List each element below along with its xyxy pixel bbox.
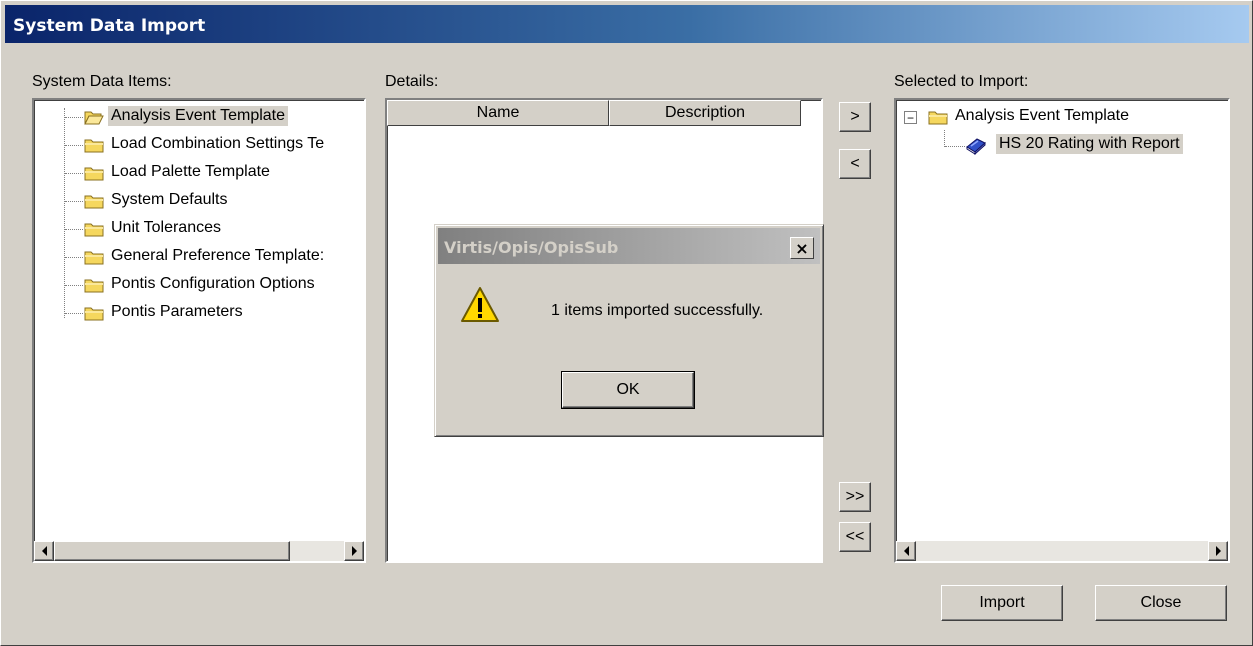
selected-to-import-label: Selected to Import: — [894, 73, 1029, 90]
tree-connector-line — [65, 313, 83, 314]
folder-icon — [84, 277, 104, 293]
tree-connector-line — [65, 229, 83, 230]
right-horizontal-scrollbar[interactable] — [896, 541, 1228, 561]
close-button[interactable]: Close — [1095, 585, 1227, 621]
folder-icon — [84, 305, 104, 321]
column-header-name[interactable]: Name — [387, 100, 609, 126]
tree-item-load-palette-template[interactable]: Load Palette Template — [108, 162, 273, 182]
tree-connector-line — [65, 285, 83, 286]
tree-item-system-defaults[interactable]: System Defaults — [108, 190, 230, 210]
system-data-items-label: System Data Items: — [32, 73, 172, 90]
scroll-left-button[interactable] — [34, 541, 54, 561]
details-label: Details: — [385, 73, 439, 90]
collapse-toggle[interactable]: − — [904, 111, 917, 124]
tree-connector-line — [944, 130, 945, 147]
add-selected-button[interactable]: > — [839, 102, 871, 132]
tree-item-load-combination-settings-te[interactable]: Load Combination Settings Te — [108, 134, 327, 154]
right-arrow-icon — [1215, 546, 1221, 556]
warning-icon — [460, 285, 500, 325]
system-data-items-tree[interactable]: Analysis Event Template Load Combination … — [32, 98, 366, 563]
folder-icon — [928, 109, 948, 125]
column-header-name-label: Name — [476, 104, 520, 121]
import-button[interactable]: Import — [941, 585, 1063, 621]
column-header-description-label: Description — [664, 104, 746, 121]
tree-item-label[interactable]: Analysis Event Template — [952, 106, 1132, 126]
system-data-import-window: System Data Import System Data Items: An… — [0, 0, 1253, 646]
tree-connector-line — [64, 108, 65, 318]
book-icon — [965, 137, 987, 156]
close-icon: × — [795, 238, 809, 258]
tree-item-pontis-parameters[interactable]: Pontis Parameters — [108, 302, 246, 322]
folder-icon — [84, 165, 104, 181]
tree-item-label-selected[interactable]: HS 20 Rating with Report — [996, 134, 1183, 154]
remove-selected-button[interactable]: < — [839, 149, 871, 179]
add-all-button[interactable]: >> — [839, 482, 871, 512]
column-header-description[interactable]: Description — [609, 100, 801, 126]
scroll-right-button[interactable] — [1208, 541, 1228, 561]
folder-icon — [84, 193, 104, 209]
window-title-bar[interactable]: System Data Import — [5, 5, 1249, 43]
left-horizontal-scrollbar[interactable] — [34, 541, 364, 561]
tree-connector-line — [65, 201, 83, 202]
tree-connector-line — [65, 145, 83, 146]
tree-item-pontis-configuration-options[interactable]: Pontis Configuration Options — [108, 274, 318, 294]
scroll-right-button[interactable] — [344, 541, 364, 561]
minus-icon: − — [906, 110, 914, 125]
tree-connector-line — [65, 117, 83, 118]
dialog-title-bar[interactable]: Virtis/Opis/OpisSub × — [438, 228, 820, 264]
message-dialog: Virtis/Opis/OpisSub × 1 items imported s… — [434, 224, 824, 437]
selected-to-import-tree[interactable]: − Analysis Event Template HS 20 Rating w… — [894, 98, 1230, 563]
left-arrow-icon — [903, 546, 909, 556]
tree-connector-line — [945, 146, 965, 147]
ok-button[interactable]: OK — [561, 371, 695, 409]
open-folder-icon — [84, 109, 104, 125]
scroll-thumb[interactable] — [54, 541, 290, 561]
scroll-left-button[interactable] — [896, 541, 916, 561]
tree-connector-line — [65, 173, 83, 174]
window-title: System Data Import — [13, 16, 206, 36]
right-arrow-icon — [351, 546, 357, 556]
folder-icon — [84, 221, 104, 237]
dialog-close-button[interactable]: × — [790, 237, 814, 259]
tree-item-unit-tolerances[interactable]: Unit Tolerances — [108, 218, 224, 238]
tree-item-general-preference-template[interactable]: General Preference Template: — [108, 246, 327, 266]
remove-all-button[interactable]: << — [839, 522, 871, 552]
folder-icon — [84, 249, 104, 265]
left-arrow-icon — [41, 546, 47, 556]
tree-connector-line — [65, 257, 83, 258]
tree-item-analysis-event-template[interactable]: Analysis Event Template — [108, 106, 289, 126]
dialog-title: Virtis/Opis/OpisSub — [444, 238, 619, 257]
dialog-message: 1 items imported successfully. — [551, 302, 764, 319]
folder-icon — [84, 137, 104, 153]
